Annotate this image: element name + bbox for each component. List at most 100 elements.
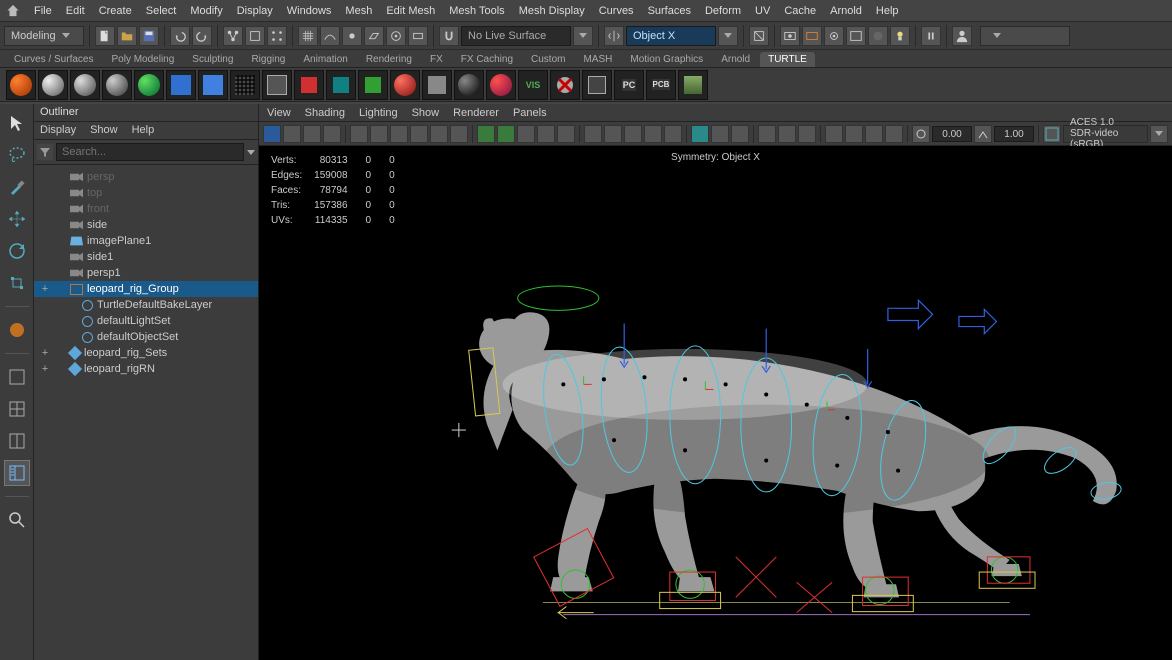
control-icon[interactable] <box>865 125 883 143</box>
shelf-icon-18[interactable] <box>582 70 612 100</box>
light-editor-button[interactable] <box>890 26 910 46</box>
paint-select-tool[interactable] <box>4 174 30 200</box>
gamma-gear-icon[interactable] <box>974 125 992 143</box>
redo-button[interactable] <box>192 26 212 46</box>
shelf-icon-2[interactable] <box>70 70 100 100</box>
isolate-button[interactable] <box>691 125 709 143</box>
gamma-icon[interactable] <box>778 125 796 143</box>
outliner-item[interactable]: defaultObjectSet <box>34 329 258 345</box>
snap-curve-button[interactable] <box>320 26 340 46</box>
select-hierarchy-button[interactable] <box>223 26 243 46</box>
grease-pencil-button[interactable] <box>370 125 388 143</box>
shelf-icon-9[interactable] <box>294 70 324 100</box>
snap-grid-button[interactable] <box>298 26 318 46</box>
shelf-tab-polymodeling[interactable]: Poly Modeling <box>103 52 182 67</box>
menu-mesh[interactable]: Mesh <box>345 5 372 17</box>
expand-icon[interactable]: + <box>40 363 50 375</box>
shelf-tab-fxcaching[interactable]: FX Caching <box>453 52 521 67</box>
two-layout-button[interactable] <box>4 428 30 454</box>
2d-pan-button[interactable] <box>350 125 368 143</box>
shelf-tab-rigging[interactable]: Rigging <box>243 52 293 67</box>
menu-edit[interactable]: Edit <box>66 5 85 17</box>
xray-joints-button[interactable] <box>731 125 749 143</box>
snap-point-button[interactable] <box>342 26 362 46</box>
wireframe-button[interactable] <box>477 125 495 143</box>
menu-surfaces[interactable]: Surfaces <box>648 5 691 17</box>
gate-mask-button[interactable] <box>450 125 468 143</box>
expand-icon[interactable]: + <box>40 283 50 295</box>
chevron-down-icon[interactable] <box>247 150 255 155</box>
undo-button[interactable] <box>170 26 190 46</box>
shelf-icon-0[interactable] <box>6 70 36 100</box>
motion-blur-button[interactable] <box>644 125 662 143</box>
menu-windows[interactable]: Windows <box>287 5 332 17</box>
shelf-icon-8[interactable] <box>262 70 292 100</box>
magnet-icon[interactable] <box>439 26 459 46</box>
workspace-mode-dropdown[interactable]: Modeling <box>4 26 84 46</box>
shelf-tab-motiongraphics[interactable]: Motion Graphics <box>622 52 711 67</box>
menu-meshdisplay[interactable]: Mesh Display <box>519 5 585 17</box>
image-plane-button[interactable] <box>323 125 341 143</box>
select-tool[interactable] <box>4 110 30 136</box>
scale-tool[interactable] <box>4 270 30 296</box>
menu-cache[interactable]: Cache <box>784 5 816 17</box>
playback-toggle[interactable] <box>921 26 941 46</box>
gamma-value[interactable]: 1.00 <box>994 126 1034 142</box>
outliner-item[interactable]: defaultLightSet <box>34 313 258 329</box>
shelf-icon-21[interactable] <box>678 70 708 100</box>
open-scene-button[interactable] <box>117 26 137 46</box>
shelf-icon-1[interactable] <box>38 70 68 100</box>
outliner-item[interactable]: side1 <box>34 249 258 265</box>
outliner-menu-display[interactable]: Display <box>40 124 76 137</box>
menu-file[interactable]: File <box>34 5 52 17</box>
xray-button[interactable] <box>711 125 729 143</box>
vp-menu-shading[interactable]: Shading <box>305 107 345 119</box>
shelf-icon-7[interactable] <box>230 70 260 100</box>
shelf-tab-rendering[interactable]: Rendering <box>358 52 420 67</box>
outliner-menu-show[interactable]: Show <box>90 124 118 137</box>
vp-menu-lighting[interactable]: Lighting <box>359 107 398 119</box>
vp-menu-show[interactable]: Show <box>412 107 440 119</box>
home-icon[interactable] <box>6 4 20 18</box>
camera-select-button[interactable] <box>263 125 281 143</box>
lights-button[interactable] <box>584 125 602 143</box>
shelf-icon-10[interactable] <box>326 70 356 100</box>
camera-attr-button[interactable] <box>283 125 301 143</box>
menu-uv[interactable]: UV <box>755 5 770 17</box>
snap-plane-button[interactable] <box>364 26 384 46</box>
snap-live-button[interactable] <box>386 26 406 46</box>
polycount-button[interactable] <box>845 125 863 143</box>
menu-meshtools[interactable]: Mesh Tools <box>449 5 504 17</box>
workspace-dropdown[interactable] <box>980 26 1070 46</box>
shelf-icon-12[interactable] <box>390 70 420 100</box>
shelf-icon-4[interactable] <box>134 70 164 100</box>
shelf-icon-14[interactable] <box>454 70 484 100</box>
menu-display[interactable]: Display <box>237 5 273 17</box>
shelf-tab-mash[interactable]: MASH <box>575 52 620 67</box>
color-mgmt-chevron[interactable] <box>1150 125 1168 143</box>
vp-menu-panels[interactable]: Panels <box>513 107 547 119</box>
single-layout-button[interactable] <box>4 364 30 390</box>
exposure-value[interactable]: 0.00 <box>932 126 972 142</box>
construction-history-button[interactable] <box>749 26 769 46</box>
new-scene-button[interactable] <box>95 26 115 46</box>
exposure-gear-icon[interactable] <box>912 125 930 143</box>
smooth-shade-button[interactable] <box>497 125 515 143</box>
shelf-tab-fx[interactable]: FX <box>422 52 451 67</box>
film-gate-button[interactable] <box>410 125 428 143</box>
outliner-search-input[interactable] <box>56 143 244 161</box>
shelf-tab-sculpting[interactable]: Sculpting <box>184 52 241 67</box>
shelf-icon-19[interactable]: PC <box>614 70 644 100</box>
outliner-menu-help[interactable]: Help <box>132 124 155 137</box>
shelf-tab-turtle[interactable]: TURTLE <box>760 52 815 67</box>
outliner-item[interactable]: side <box>34 217 258 233</box>
outliner-tree[interactable]: persptopfrontsideimagePlane1side1persp1+… <box>34 165 258 660</box>
expand-icon[interactable]: + <box>40 347 50 359</box>
shelf-tab-curves[interactable]: Curves / Surfaces <box>6 52 101 67</box>
deformer-icon[interactable] <box>885 125 903 143</box>
shelf-icon-11[interactable] <box>358 70 388 100</box>
symmetry-chevron[interactable] <box>718 26 738 46</box>
viewport[interactable]: Verts:8031300Edges:15900800Faces:7879400… <box>259 146 1172 660</box>
dof-button[interactable] <box>825 125 843 143</box>
shelf-icon-15[interactable] <box>486 70 516 100</box>
